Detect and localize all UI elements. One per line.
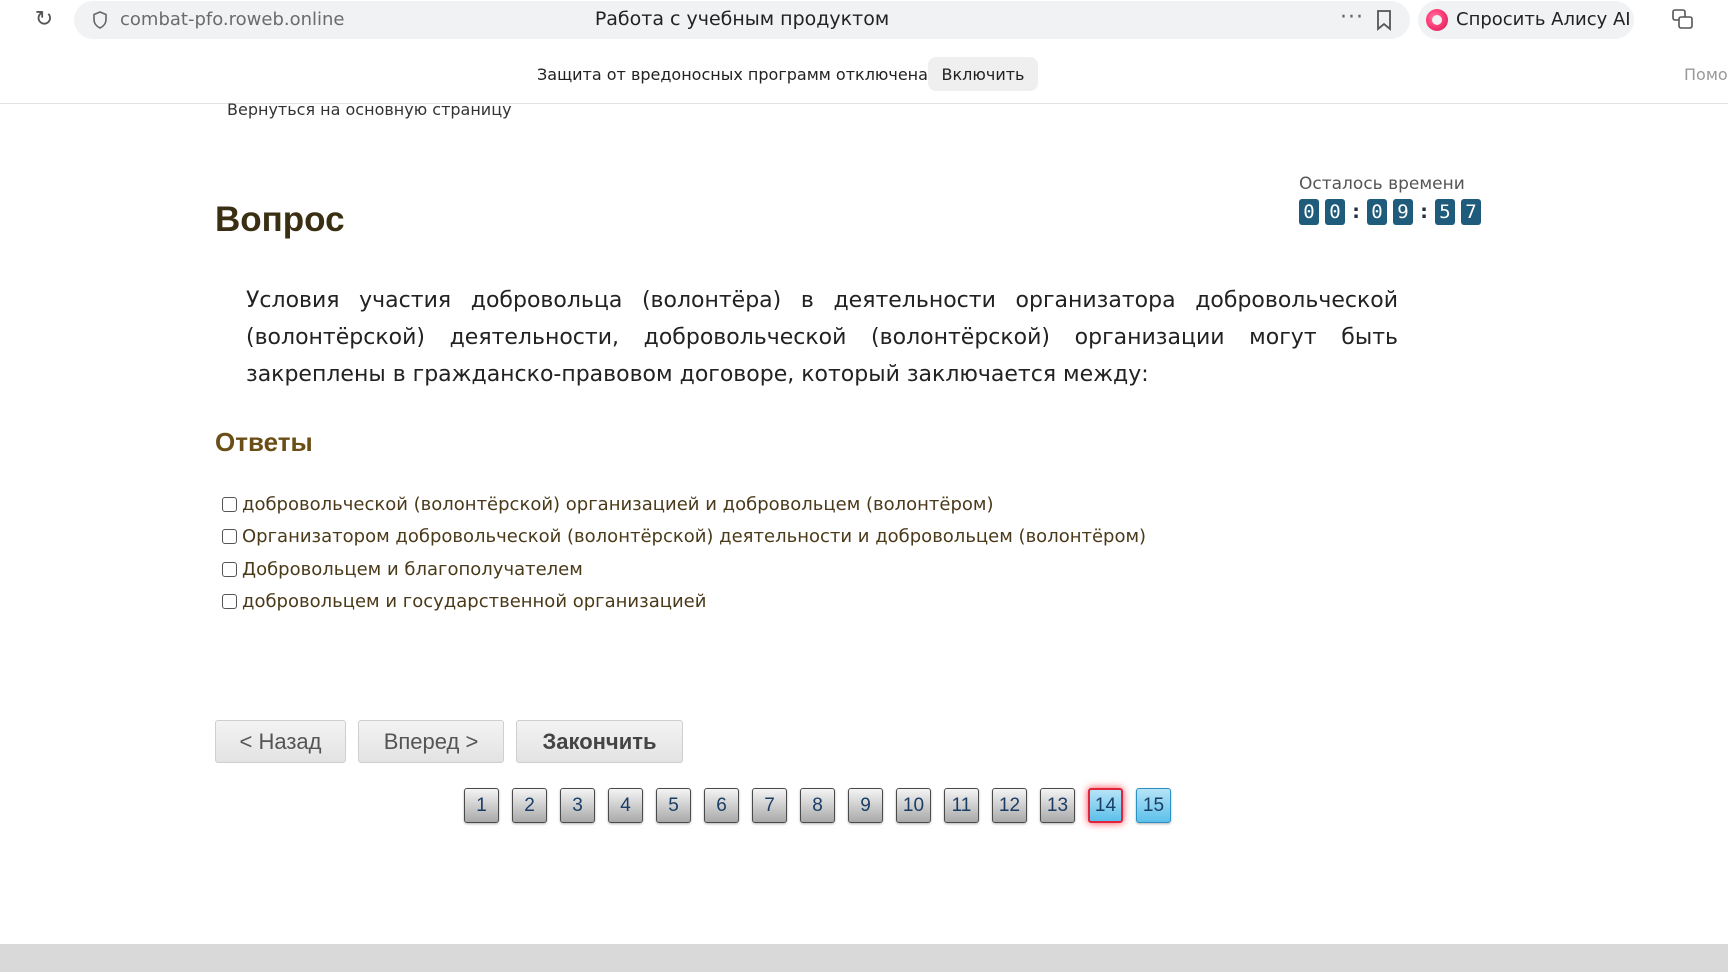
- timer-digit: 9: [1393, 198, 1413, 225]
- page-button[interactable]: 9: [848, 788, 883, 823]
- answers-list: добровольческой (волонтёрской) организац…: [222, 488, 1146, 618]
- question-text: Условия участия добровольца (волонтёра) …: [246, 288, 1398, 387]
- answer-label: добровольческой (волонтёрской) организац…: [242, 493, 994, 515]
- answer-checkbox[interactable]: [222, 594, 237, 610]
- page-button[interactable]: 13: [1040, 788, 1075, 823]
- help-link[interactable]: Помо: [1684, 65, 1728, 84]
- timer-digit: 7: [1461, 198, 1481, 225]
- alice-icon: [1426, 9, 1448, 31]
- answer-checkbox[interactable]: [222, 529, 237, 545]
- page-button[interactable]: 8: [800, 788, 835, 823]
- browser-toolbar: ↻ combat-pfo.roweb.online Работа с учебн…: [0, 0, 1728, 40]
- more-menu-icon[interactable]: ···: [1340, 5, 1364, 30]
- page-button[interactable]: 11: [944, 788, 979, 823]
- answer-option[interactable]: Организатором добровольческой (волонтёрс…: [222, 521, 1146, 554]
- answer-option[interactable]: добровольческой (волонтёрской) организац…: [222, 488, 1146, 521]
- page-button[interactable]: 3: [560, 788, 595, 823]
- address-bar[interactable]: combat-pfo.roweb.online Работа с учебным…: [74, 1, 1410, 39]
- answer-label: Организатором добровольческой (волонтёрс…: [242, 526, 1147, 548]
- timer-digit: 0: [1299, 198, 1319, 225]
- page-button-current[interactable]: 14: [1088, 788, 1123, 823]
- page-button[interactable]: 2: [512, 788, 547, 823]
- back-button[interactable]: < Назад: [215, 720, 346, 763]
- bottom-scrollbar-area: [0, 944, 1728, 972]
- timer-digit: 0: [1325, 198, 1345, 225]
- timer-separator: :: [1352, 200, 1360, 223]
- answer-option[interactable]: добровольцем и государственной организац…: [222, 586, 1146, 619]
- protection-banner: Защита от вредоносных программ отключена…: [0, 40, 1728, 104]
- reload-icon[interactable]: ↻: [30, 6, 58, 34]
- timer-digit: 5: [1435, 198, 1455, 225]
- next-button[interactable]: Вперед >: [358, 720, 504, 763]
- answer-label: добровольцем и государственной организац…: [242, 591, 707, 613]
- answer-checkbox[interactable]: [222, 496, 237, 512]
- page-button[interactable]: 12: [992, 788, 1027, 823]
- page-button[interactable]: 4: [608, 788, 643, 823]
- answer-label: Добровольцем и благополучателем: [242, 558, 583, 580]
- ask-alice-label: Спросить Алису AI: [1456, 9, 1631, 30]
- protection-warning-text: Защита от вредоносных программ отключена: [537, 65, 928, 84]
- extensions-icon[interactable]: [1670, 6, 1696, 32]
- enable-protection-button[interactable]: Включить: [928, 57, 1038, 91]
- question-pager: 1 2 3 4 5 6 7 8 9 10 11 12 13 14 15: [464, 788, 1184, 823]
- page-button[interactable]: 6: [704, 788, 739, 823]
- page-button[interactable]: 15: [1136, 788, 1171, 823]
- back-to-main-link[interactable]: Вернуться на основную страницу: [227, 100, 512, 119]
- page-button[interactable]: 10: [896, 788, 931, 823]
- answers-heading: Ответы: [215, 427, 313, 457]
- ask-alice-button[interactable]: Спросить Алису AI: [1418, 1, 1634, 39]
- page-button[interactable]: 5: [656, 788, 691, 823]
- finish-button[interactable]: Закончить: [516, 720, 683, 763]
- answer-checkbox[interactable]: [222, 561, 237, 577]
- answer-option[interactable]: Добровольцем и благополучателем: [222, 553, 1146, 586]
- timer-label: Осталось времени: [1299, 174, 1465, 194]
- page-title-in-address-bar: Работа с учебным продуктом: [594, 8, 890, 30]
- timer-digit: 0: [1367, 198, 1387, 225]
- timer-separator: :: [1420, 200, 1428, 223]
- page-button[interactable]: 7: [752, 788, 787, 823]
- page-button[interactable]: 1: [464, 788, 499, 823]
- bookmark-icon[interactable]: [1374, 9, 1394, 31]
- question-heading: Вопрос: [215, 200, 345, 239]
- countdown-timer: 0 0 : 0 9 : 5 7: [1299, 198, 1487, 225]
